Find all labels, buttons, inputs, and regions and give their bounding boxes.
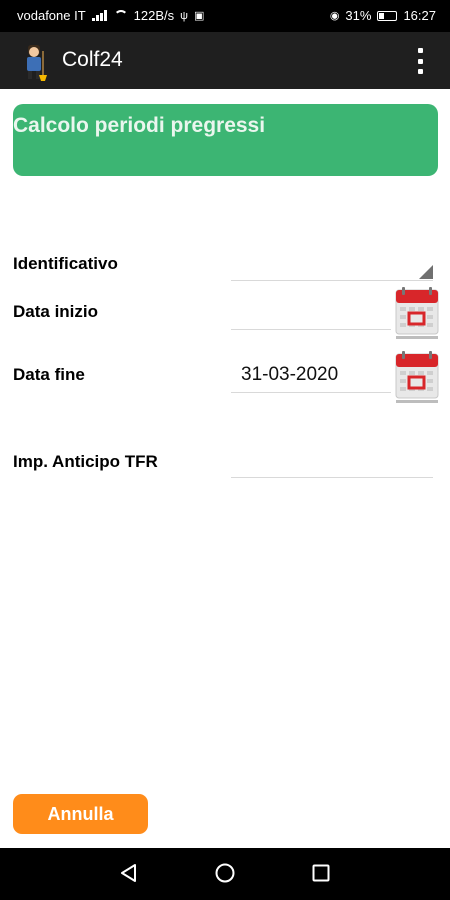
battery-percent: 31% bbox=[345, 8, 372, 23]
eye-icon: ◉ bbox=[329, 10, 340, 22]
navigation-bar bbox=[0, 848, 450, 900]
clock: 16:27 bbox=[403, 8, 436, 23]
identificativo-select[interactable] bbox=[231, 253, 433, 281]
page-header-banner: Calcolo periodi pregressi bbox=[13, 104, 438, 176]
dropdown-arrow-icon bbox=[419, 265, 433, 279]
notification-icon: ▣ bbox=[193, 10, 205, 22]
app-bar: Colf24 bbox=[0, 32, 450, 89]
data-fine-label: Data fine bbox=[13, 365, 85, 384]
cancel-button[interactable]: Annulla bbox=[13, 794, 148, 834]
carrier-name: vodafone IT bbox=[17, 8, 86, 23]
overflow-menu-icon[interactable] bbox=[418, 48, 424, 74]
recents-icon[interactable] bbox=[310, 862, 332, 884]
data-inizio-label: Data inizio bbox=[13, 302, 99, 321]
status-bar: vodafone IT 122B/s ψ ▣ ◉ 31% 16:27 bbox=[0, 0, 450, 32]
housekeeper-logo-icon bbox=[27, 45, 47, 81]
data-rate: 122B/s bbox=[133, 8, 175, 23]
usb-icon: ψ bbox=[180, 9, 188, 22]
signal-icon bbox=[91, 10, 108, 21]
identificativo-label: Identificativo bbox=[13, 254, 118, 273]
tfr-amount-field[interactable] bbox=[231, 450, 433, 478]
home-icon[interactable] bbox=[214, 862, 236, 884]
battery-icon bbox=[377, 10, 398, 21]
page-title: Calcolo periodi pregressi bbox=[13, 114, 266, 137]
calendar-icon[interactable] bbox=[395, 350, 439, 406]
data-fine-field[interactable]: 31-03-2020 bbox=[231, 360, 391, 393]
app-title: Colf24 bbox=[62, 48, 123, 71]
wifi-icon bbox=[113, 10, 128, 21]
data-inizio-field[interactable] bbox=[231, 302, 391, 330]
calendar-icon[interactable] bbox=[395, 286, 439, 342]
status-right: ◉ 31% 16:27 bbox=[330, 8, 436, 23]
tfr-label: Imp. Anticipo TFR bbox=[13, 452, 158, 471]
status-left: vodafone IT 122B/s ψ ▣ bbox=[17, 8, 204, 23]
back-icon[interactable] bbox=[118, 862, 140, 884]
